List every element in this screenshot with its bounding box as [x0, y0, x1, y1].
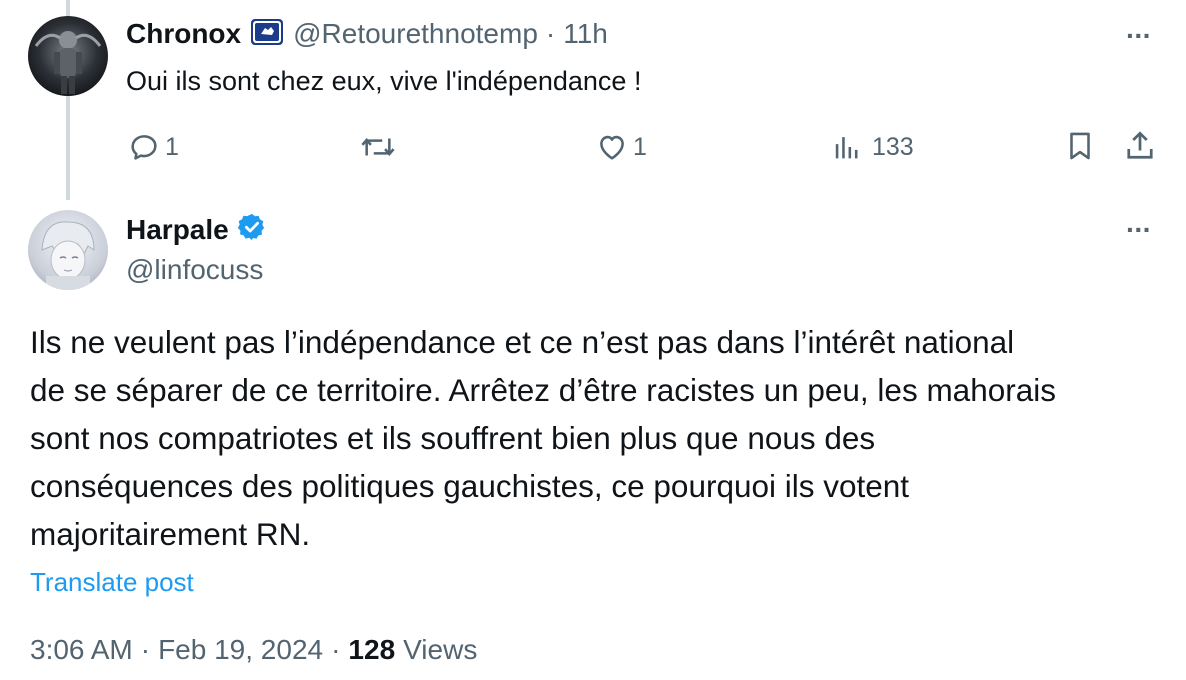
meta-separator: ·	[331, 634, 341, 665]
views-button[interactable]: 133	[830, 130, 914, 164]
post-meta: 3:06 AM · Feb 19, 2024 · 128 Views	[30, 634, 477, 666]
heart-icon	[600, 135, 624, 160]
reply-separator: ·	[545, 18, 556, 49]
post-header: Harpale	[126, 212, 267, 247]
post-body-line: sont nos compatriotes et ils souffrent b…	[30, 420, 876, 456]
harpale-avatar[interactable]	[28, 210, 108, 290]
chronox-avatar-image	[28, 16, 108, 96]
reply-handle[interactable]: @Retourethnotemp	[293, 18, 538, 50]
reply-count: 1	[165, 132, 179, 161]
share-icon	[1127, 131, 1153, 159]
post-more-button[interactable]: ···	[1126, 214, 1152, 246]
post-body-line: Ils ne veulent pas l’indépendance et ce …	[30, 324, 1015, 360]
like-button[interactable]: 1	[595, 130, 647, 164]
post-time[interactable]: 3:06 AM	[30, 634, 133, 666]
bookmark-button[interactable]	[1063, 128, 1097, 164]
meta-separator: ·	[140, 634, 151, 665]
reply-display-name[interactable]: Chronox	[126, 18, 241, 50]
verified-badge-icon	[237, 212, 267, 247]
reply-icon	[131, 135, 157, 160]
post-date[interactable]: Feb 19, 2024	[158, 634, 323, 666]
repost-icon	[361, 137, 395, 157]
post-body-line: de se séparer de ce territoire. Arrêtez …	[30, 372, 1056, 408]
post-views-label: Views	[403, 634, 478, 665]
harpale-avatar-image	[28, 210, 108, 290]
reply-button[interactable]: 1	[127, 130, 179, 164]
share-button[interactable]	[1122, 128, 1158, 164]
post-body: Ils ne veulent pas l’indépendance et ce …	[30, 318, 1170, 558]
like-count: 1	[633, 132, 647, 161]
post-handle[interactable]: @linfocuss	[126, 254, 263, 286]
post-views-count: 128	[348, 634, 396, 665]
translate-post-link[interactable]: Translate post	[30, 567, 194, 598]
views-count: 133	[872, 132, 914, 161]
bar-chart-icon	[835, 137, 858, 159]
bookmark-icon	[1070, 132, 1090, 160]
chronox-avatar[interactable]	[28, 16, 108, 96]
reply-header: Chronox @Retourethnotemp · 11h	[126, 18, 608, 50]
post-body-line: conséquences des politiques gauchistes, …	[30, 468, 910, 504]
post-body-line: majoritairement RN.	[30, 516, 311, 552]
reply-text: Oui ils sont chez eux, vive l'indépendan…	[126, 66, 642, 96]
affiliate-badge-icon	[251, 18, 284, 50]
post-display-name[interactable]: Harpale	[126, 214, 229, 246]
repost-button[interactable]	[359, 130, 397, 164]
reply-time[interactable]: 11h	[563, 18, 608, 50]
reply-more-button[interactable]: ···	[1126, 20, 1152, 52]
